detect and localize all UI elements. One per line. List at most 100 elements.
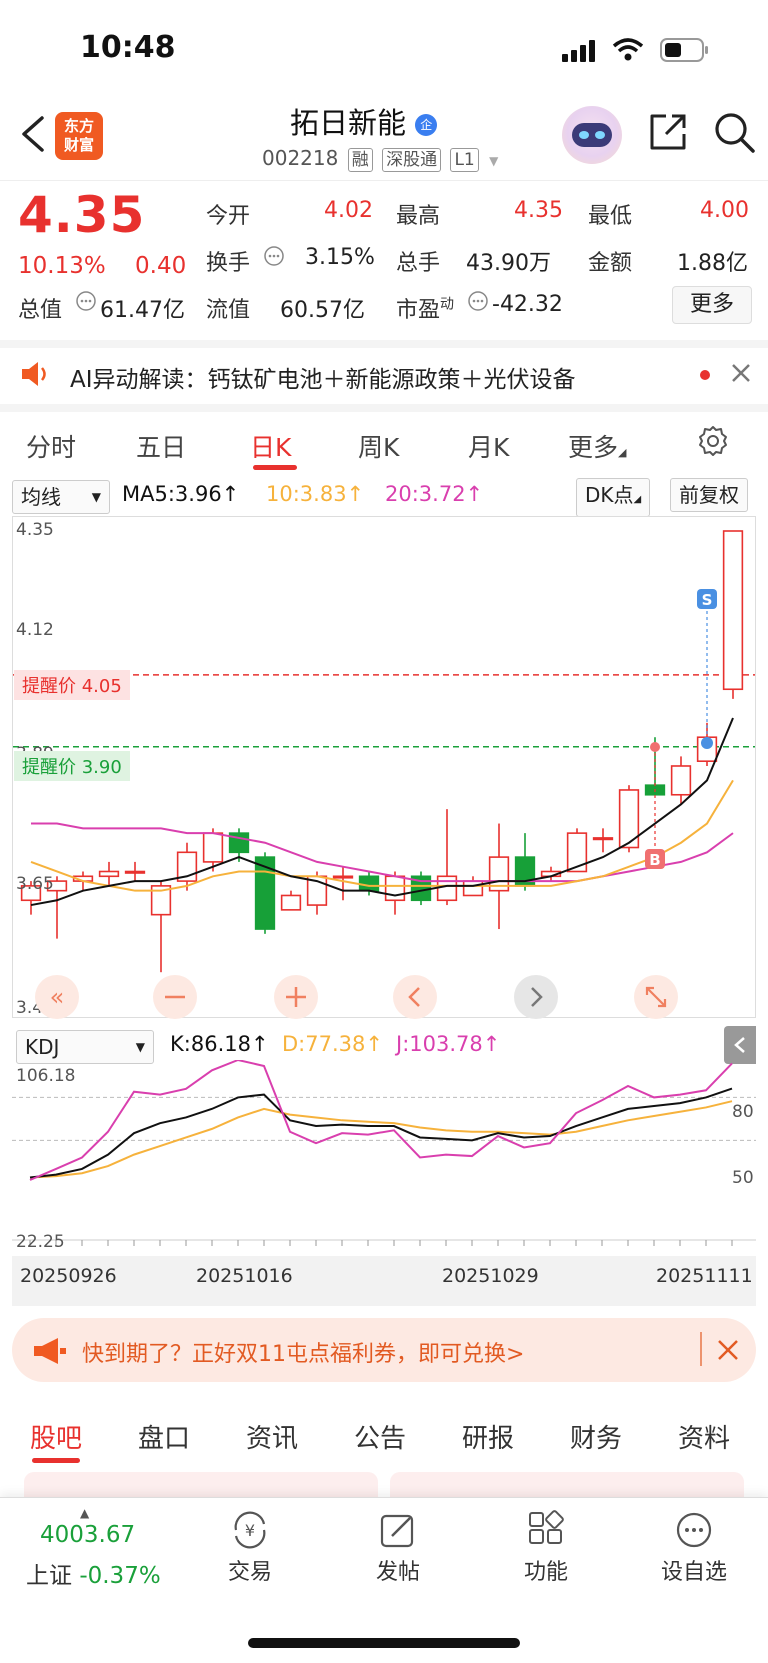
tab-guba[interactable]: 股吧 [30,1418,82,1455]
functions-button[interactable]: 功能 [486,1510,606,1586]
wifi-icon [612,38,644,66]
date-label-1: 20250926 [20,1265,117,1287]
dk-point-button[interactable]: DK点◢ [576,478,651,517]
tag-connect: 深股通 [382,148,442,172]
tab-daily-k[interactable]: 日K [250,428,291,464]
plus-icon [286,987,306,1007]
robot-icon [572,123,612,147]
date-label-3: 20251029 [442,1265,539,1287]
turnover-info-icon[interactable] [263,245,285,271]
share-icon [650,114,686,150]
stock-code-row[interactable]: 002218 融 深股通 L1 ▼ [262,146,498,172]
search-icon [715,113,755,153]
ma-select[interactable]: 均线 ▼ [12,480,110,514]
y-label-max: 4.35 [16,520,54,540]
tab-announcements[interactable]: 公告 [354,1418,406,1455]
kdj-chart[interactable] [12,1058,756,1260]
index-row[interactable]: 上证 -0.37% [26,1556,161,1590]
alert-price-low[interactable]: 提醒价 3.90 [14,751,130,781]
expand-icon [645,986,667,1008]
kdj-select[interactable]: KDJ ▼ [16,1030,154,1064]
scroll-right-button[interactable] [514,975,558,1019]
candle-body [98,870,120,878]
tab-pankou[interactable]: 盘口 [138,1418,190,1455]
date-axis-bg [12,1256,756,1306]
kdj-svg [12,1058,756,1246]
stock-code: 002218 [262,146,339,170]
post-button[interactable]: 发帖 [338,1510,458,1586]
section-gap-2 [0,404,768,412]
promo-divider [700,1332,702,1366]
candle-body [202,832,224,863]
tab-monthly-k[interactable]: 月K [468,428,509,464]
adjust-button[interactable]: 前复权 [670,478,748,512]
trade-button[interactable]: ¥ 交易 [190,1510,310,1586]
kdj-d-line [29,1100,733,1179]
pe-info-icon[interactable] [467,290,489,316]
tag-margin: 融 [347,148,373,172]
change-amount: 0.40 [135,253,187,279]
add-watchlist-button[interactable]: 设自选 [634,1510,754,1586]
candle-body [436,875,458,902]
tab-intraday[interactable]: 分时 [26,428,76,464]
amount-label: 金额 [588,251,633,276]
search-button[interactable] [712,110,756,158]
pe-label: 市盈动 [396,292,454,324]
tab-profile[interactable]: 资料 [678,1418,730,1455]
tab-news[interactable]: 资讯 [246,1418,298,1455]
pe-value: -42.32 [492,292,563,317]
candle-body [384,875,406,902]
promo-close-button[interactable] [716,1338,740,1366]
mktcap-label: 总值 [18,298,63,323]
scroll-left-button[interactable] [393,975,437,1019]
back-button[interactable] [18,112,48,156]
chevron-left-icon [734,1037,745,1053]
ma5-value: MA5:3.96↑ [122,482,240,506]
kdj-j-value: J:103.78↑ [396,1032,501,1056]
edit-icon [380,1514,414,1548]
fullscreen-button[interactable] [634,975,678,1019]
speaker-icon [20,360,50,392]
float-label: 流值 [206,298,251,323]
ai-assistant-avatar[interactable] [562,106,622,164]
chart-settings-button[interactable] [696,424,730,462]
index-change: -0.37% [79,1563,161,1589]
zoom-in-button[interactable] [274,975,318,1019]
collapse-panel-button[interactable] [724,1026,756,1064]
home-indicator [248,1638,520,1648]
kdj-k-value: K:86.18↑ [170,1032,269,1056]
more-quote-button[interactable]: 更多 [672,286,752,324]
candle-body [462,880,484,897]
yuan-exchange-icon: ¥ [234,1511,266,1549]
high-value: 4.35 [514,198,563,223]
unread-dot [700,370,710,380]
caret-icon: ◢ [633,494,642,505]
amount-value: 1.88亿 [677,251,748,276]
tab-research[interactable]: 研报 [462,1418,514,1455]
dropdown-icon: ▼ [135,1040,145,1054]
tab-more[interactable]: 更多◢ [568,428,626,464]
ai-insight-text[interactable]: AI异动解读：钙钛矿电池＋新能源政策＋光伏设备 [70,360,576,394]
index-value[interactable]: 4003.67 [40,1522,135,1548]
high-label: 最高 [396,204,441,229]
logo-line1: 东方 [63,117,94,135]
chevron-left-icon [22,116,44,152]
mktcap-info-icon[interactable] [75,290,97,316]
candle-body [358,875,380,892]
app-logo[interactable]: 东方 财富 [55,112,103,160]
more-circle-icon [676,1512,712,1548]
ma10-value: 10:3.83↑ [266,482,365,506]
kdj-label-min: 22.25 [16,1232,65,1252]
ma-select-label: 均线 [21,485,61,509]
tab-weekly-k[interactable]: 周K [358,428,399,464]
ai-close-button[interactable] [730,362,752,388]
zoom-out-button[interactable] [153,975,197,1019]
promo-banner[interactable]: 快到期了？正好双11屯点福利券，即可兑换> [12,1318,756,1382]
post-label: 发帖 [375,1560,420,1585]
share-button[interactable] [648,112,688,156]
tab-five-day[interactable]: 五日 [136,428,186,464]
index-name: 上证 [26,1563,72,1589]
scroll-start-button[interactable]: « [35,975,79,1019]
tab-financials[interactable]: 财务 [570,1418,622,1455]
alert-price-high[interactable]: 提醒价 4.05 [14,670,130,700]
